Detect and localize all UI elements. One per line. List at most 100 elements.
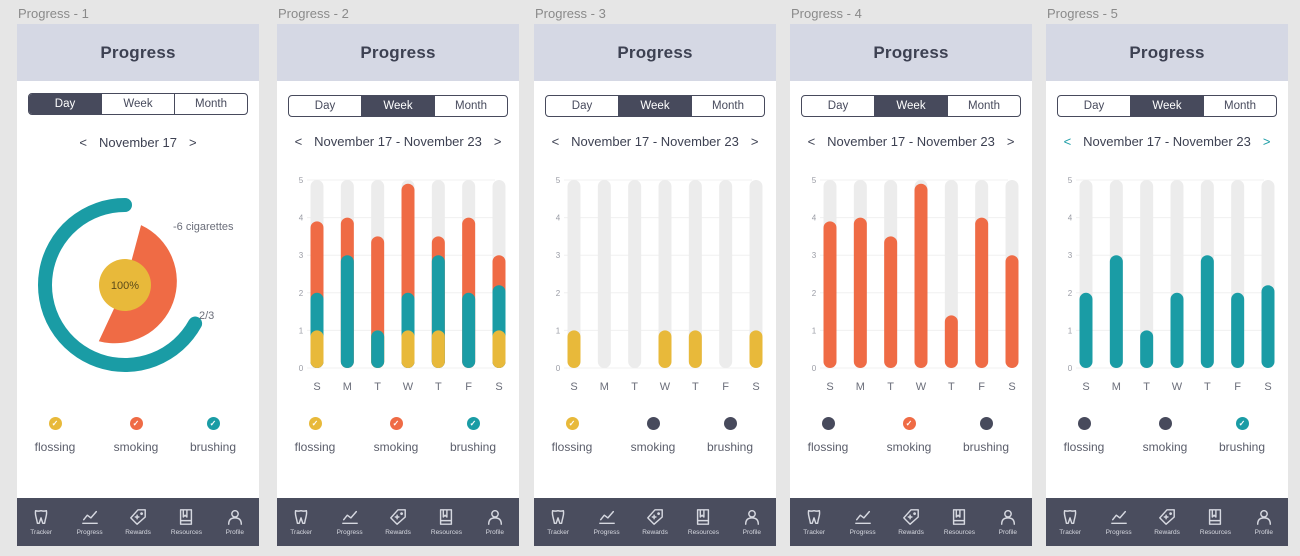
nav-tracker[interactable]: Tracker [1046,498,1094,546]
tab-day[interactable]: Day [289,96,362,116]
prev-arrow-icon[interactable]: < [1062,134,1074,149]
nav-rewards[interactable]: Rewards [631,498,679,546]
date-navigator: < November 17 > [17,135,259,150]
nav-label: Tracker [547,529,570,536]
person-icon [1256,509,1271,525]
nav-label: Tracker [803,529,826,536]
tag-icon [647,509,663,525]
nav-tracker[interactable]: Tracker [534,498,582,546]
legend-item-flossing[interactable]: flossing [1046,417,1124,454]
nav-progress[interactable]: Progress [838,498,886,546]
y-tick-label: 5 [299,176,304,185]
nav-progress[interactable]: Progress [582,498,630,546]
next-arrow-icon[interactable]: > [749,134,761,149]
book-icon [440,509,453,525]
smoking-bar [975,217,989,368]
smoking-label: -6 cigarettes [173,221,234,233]
prev-arrow-icon[interactable]: < [550,134,562,149]
frame-label: Progress - 1 [18,6,89,21]
tab-month[interactable]: Month [692,96,764,116]
tab-month[interactable]: Month [435,96,507,116]
prev-arrow-icon[interactable]: < [806,134,818,149]
next-arrow-icon[interactable]: > [1261,134,1273,149]
tab-week[interactable]: Week [1131,96,1204,116]
nav-label: Progress [336,529,363,536]
nav-profile[interactable]: Profile [1240,498,1288,546]
legend-item-flossing[interactable]: ✓ flossing [534,417,612,454]
legend-item-smoking[interactable]: smoking [1125,417,1205,454]
legend-item-smoking[interactable]: ✓ smoking [869,417,949,454]
next-arrow-icon[interactable]: > [187,135,199,150]
tab-day[interactable]: Day [1058,96,1131,116]
nav-resources[interactable]: Resources [1191,498,1239,546]
nav-resources[interactable]: Resources [679,498,727,546]
bar-chart: 0 1 2 3 4 5 S M T W T F S [556,176,763,393]
nav-label: Rewards [125,529,151,536]
legend-item-brushing[interactable]: ✓ brushing [173,417,253,454]
tab-month[interactable]: Month [175,94,247,114]
nav-rewards[interactable]: Rewards [374,498,422,546]
nav-rewards[interactable]: Rewards [887,498,935,546]
nav-resources[interactable]: Resources [162,498,210,546]
legend-item-smoking[interactable]: ✓ smoking [356,417,436,454]
legend-item-brushing[interactable]: ✓ brushing [1202,417,1282,454]
nav-rewards[interactable]: Rewards [114,498,162,546]
header: Progress [17,24,259,81]
nav-profile[interactable]: Profile [984,498,1032,546]
tab-month[interactable]: Month [1204,96,1276,116]
date-range-label: November 17 - November 23 [1083,134,1251,149]
nav-progress[interactable]: Progress [325,498,373,546]
tab-week[interactable]: Week [619,96,692,116]
nav-progress[interactable]: Progress [65,498,113,546]
header: Progress [534,24,776,81]
tab-day[interactable]: Day [546,96,619,116]
legend-item-brushing[interactable]: brushing [946,417,1026,454]
flossing-bar [431,330,445,368]
nav-progress[interactable]: Progress [1094,498,1142,546]
legend-item-flossing[interactable]: flossing [790,417,868,454]
nav-tracker[interactable]: Tracker [17,498,65,546]
tab-day[interactable]: Day [29,94,102,114]
smoking-bar [944,315,958,368]
nav-tracker[interactable]: Tracker [790,498,838,546]
nav-label: Progress [76,529,103,536]
legend-item-smoking[interactable]: ✓ smoking [96,417,176,454]
legend-item-flossing[interactable]: ✓ flossing [17,417,95,454]
check-icon: ✓ [389,417,403,430]
legend-item-brushing[interactable]: brushing [690,417,770,454]
nav-rewards[interactable]: Rewards [1143,498,1191,546]
nav-tracker[interactable]: Tracker [277,498,325,546]
nav-label: Rewards [1154,529,1180,536]
legend-label: brushing [1218,440,1266,454]
nav-resources[interactable]: Resources [935,498,983,546]
x-tick-label: W [403,381,414,393]
prev-arrow-icon[interactable]: < [293,134,305,149]
tab-week[interactable]: Week [362,96,435,116]
tab-week[interactable]: Week [875,96,948,116]
next-arrow-icon[interactable]: > [1005,134,1017,149]
legend-item-brushing[interactable]: ✓ brushing [433,417,513,454]
nav-profile[interactable]: Profile [471,498,519,546]
tab-day[interactable]: Day [802,96,875,116]
x-tick-label: W [660,381,671,393]
nav-profile[interactable]: Profile [728,498,776,546]
nav-profile[interactable]: Profile [211,498,259,546]
tab-month[interactable]: Month [948,96,1020,116]
tab-week[interactable]: Week [102,94,175,114]
brushing-bar [462,292,476,368]
x-tick-label: S [1082,381,1089,393]
legend: flossing ✓ smoking brushing [790,417,1032,467]
prev-arrow-icon[interactable]: < [77,135,89,150]
legend-item-flossing[interactable]: ✓ flossing [277,417,355,454]
legend-item-smoking[interactable]: smoking [613,417,693,454]
flossing-bar [688,330,702,368]
y-tick-label: 3 [556,251,561,260]
nav-label: Progress [849,529,876,536]
y-tick-label: 4 [812,214,817,223]
nav-resources[interactable]: Resources [422,498,470,546]
y-tick-label: 0 [1068,364,1073,373]
next-arrow-icon[interactable]: > [492,134,504,149]
legend: flossing smoking ✓ brushing [1046,417,1288,467]
y-tick-label: 2 [299,289,304,298]
page-title: Progress [873,42,949,62]
